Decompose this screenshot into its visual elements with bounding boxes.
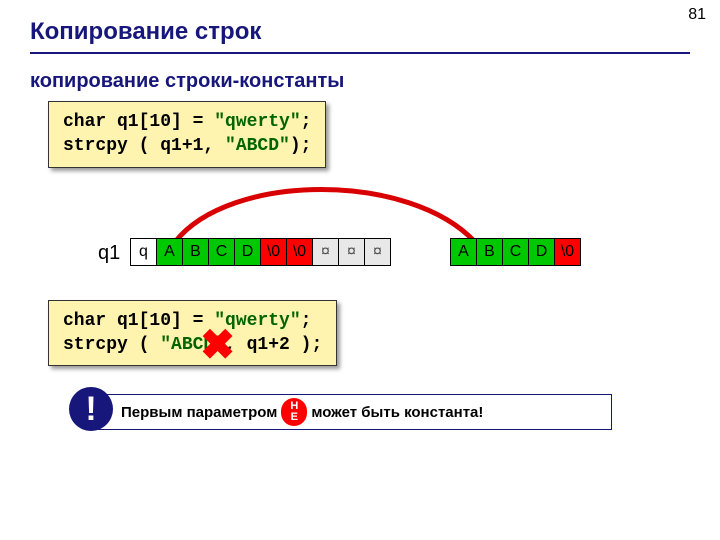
code2-l1b: "qwerty": [214, 311, 300, 331]
exclamation-icon: !: [69, 387, 113, 431]
ne-badge: Н Е: [281, 398, 307, 426]
warning-text-before: Первым параметром: [121, 404, 277, 421]
cell: q: [131, 238, 157, 265]
code2-l2b: "ABCD": [160, 335, 225, 355]
code1-l2c: );: [290, 136, 312, 156]
array-diagram: q1 q A B C D \0 \0 ¤ ¤ ¤ A B C D \0: [30, 198, 690, 278]
cell: \0: [261, 238, 287, 265]
cell: ¤: [339, 238, 365, 265]
code-block-1: char q1[10] = "qwerty"; strcpy ( q1+1, "…: [48, 101, 326, 168]
warning-bar: ! Первым параметром Н Е может быть конст…: [90, 394, 612, 430]
code-block-2: char q1[10] = "qwerty"; strcpy ( "ABCD",…: [48, 300, 337, 367]
cell: ¤: [313, 238, 339, 265]
cell: ¤: [365, 238, 391, 265]
page-number: 81: [688, 6, 706, 24]
code2-l1a: char q1[10] =: [63, 311, 214, 331]
code1-l2a: strcpy ( q1+1,: [63, 136, 225, 156]
cell: B: [183, 238, 209, 265]
cell: A: [157, 238, 183, 265]
code1-l1a: char q1[10] =: [63, 112, 214, 132]
cell: \0: [555, 238, 581, 265]
cell: D: [235, 238, 261, 265]
code1-l1c: ;: [301, 112, 312, 132]
array-label-q1: q1: [98, 242, 120, 265]
array-q1: q A B C D \0 \0 ¤ ¤ ¤: [130, 238, 391, 266]
cell: D: [529, 238, 555, 265]
warning-text-after: может быть константа!: [311, 404, 483, 421]
slide: 81 Копирование строк копирование строки-…: [0, 0, 720, 540]
code2-l2a: strcpy (: [63, 335, 160, 355]
cell: C: [209, 238, 235, 265]
cell: \0: [287, 238, 313, 265]
array-source: A B C D \0: [450, 238, 581, 266]
code2-l1c: ;: [301, 311, 312, 331]
code1-l1b: "qwerty": [214, 112, 300, 132]
code1-l2b: "ABCD": [225, 136, 290, 156]
ne-letter-2: Е: [291, 412, 298, 423]
title-underline: [30, 52, 690, 54]
slide-title: Копирование строк: [30, 18, 690, 46]
code2-l2c: , q1+2 );: [225, 335, 322, 355]
cell: A: [451, 238, 477, 265]
section-subhead: копирование строки-константы: [30, 70, 690, 93]
cell: B: [477, 238, 503, 265]
cell: C: [503, 238, 529, 265]
